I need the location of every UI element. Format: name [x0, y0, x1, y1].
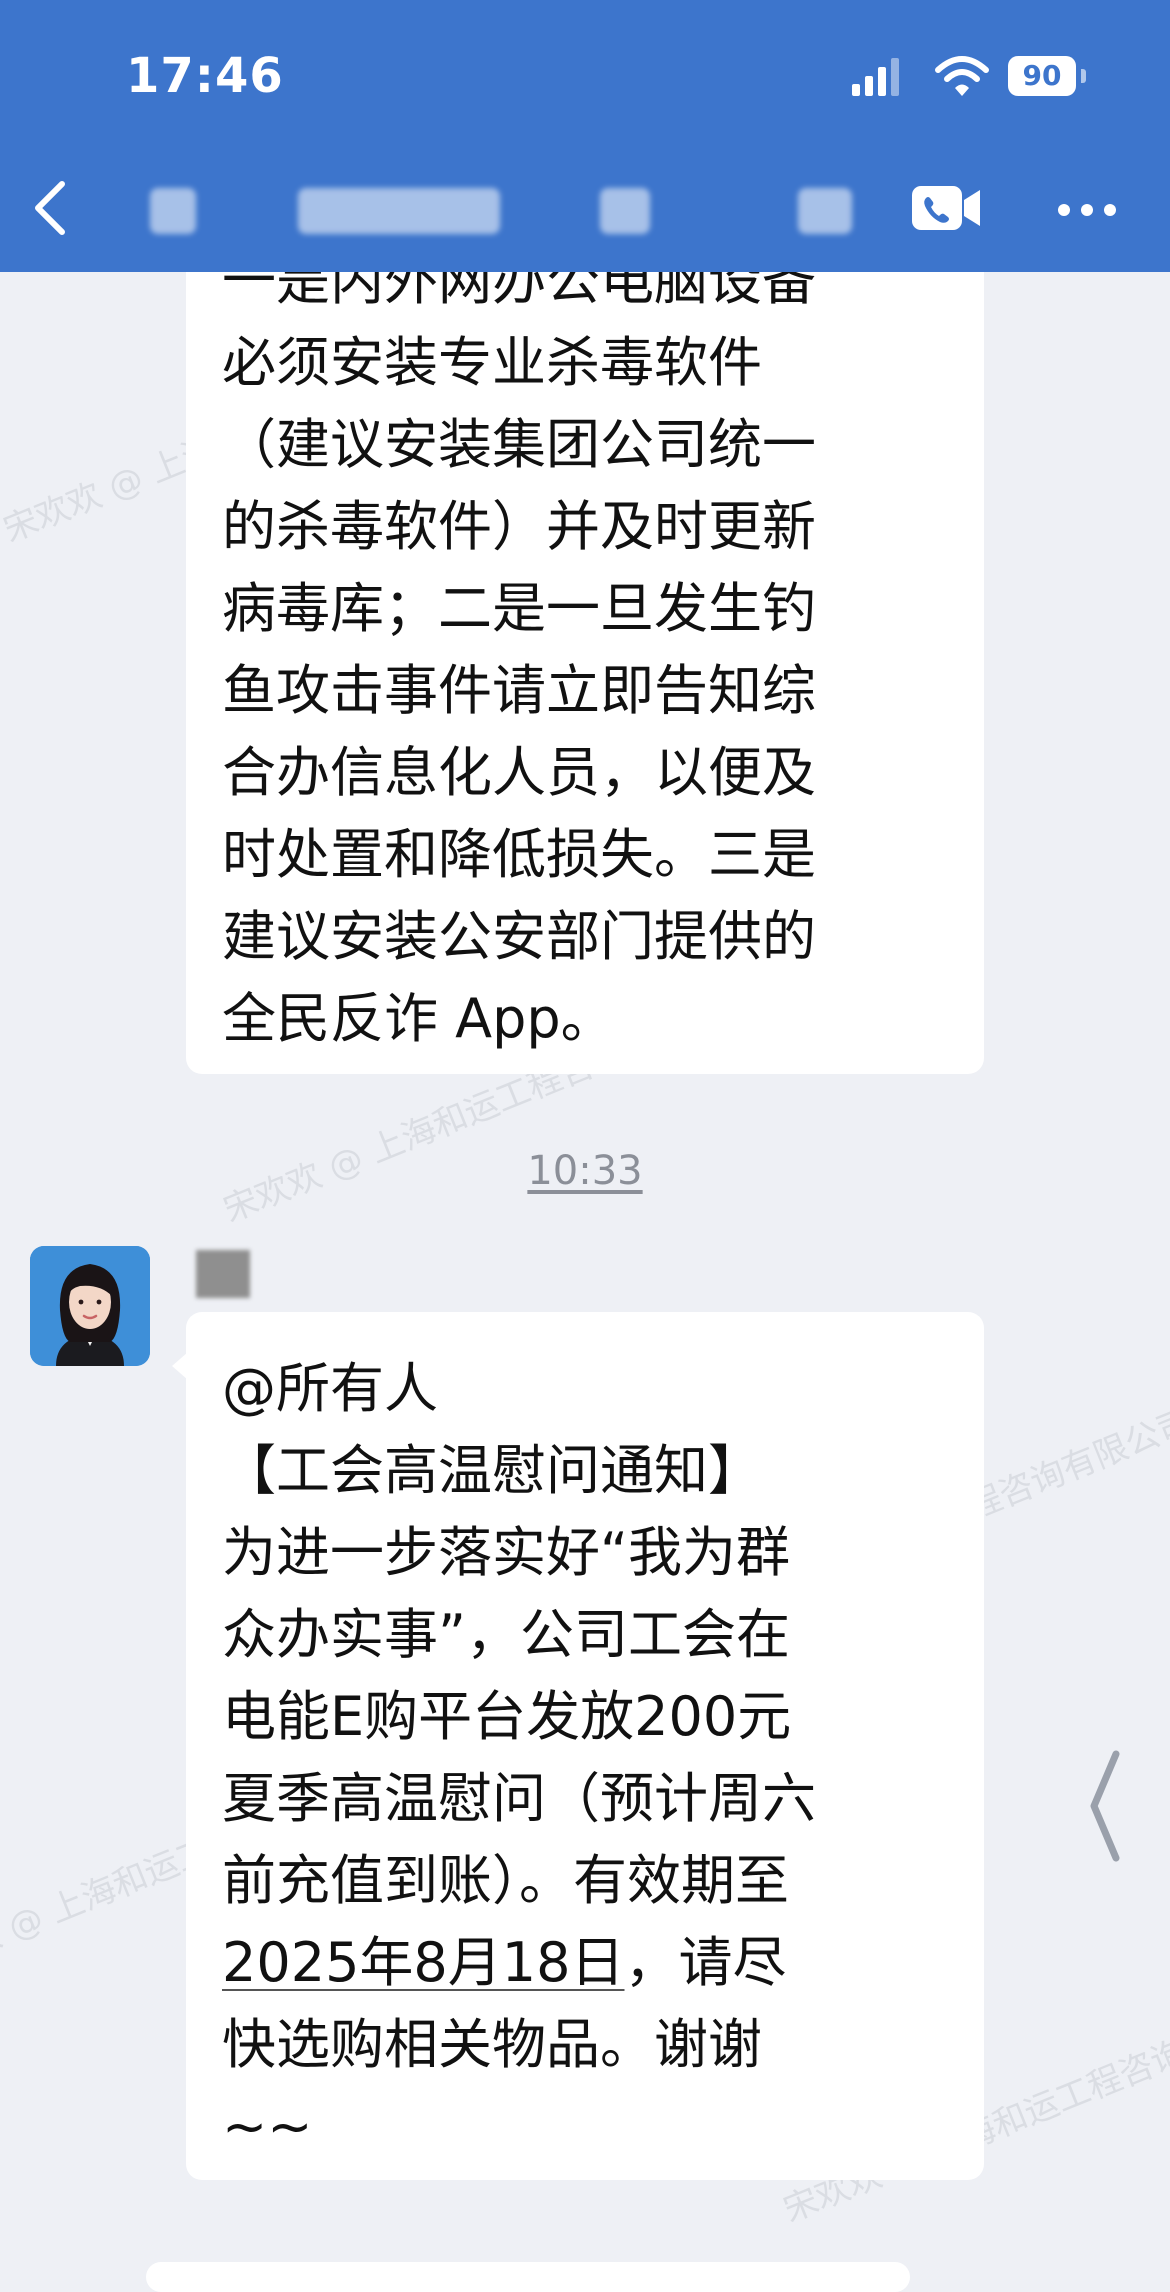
message-line: 【工会高温慰问通知】: [222, 1439, 762, 1502]
video-call-button[interactable]: [910, 182, 984, 234]
message-line: 电能E购平台发放200元: [222, 1685, 792, 1748]
message-line: 时处置和降低损失。三是: [222, 823, 816, 886]
status-time: 17:46: [126, 48, 284, 104]
wifi-icon: [934, 54, 990, 100]
message-line: @所有人: [222, 1357, 438, 1420]
redacted-title: [798, 188, 852, 234]
message-line: 合办信息化人员，以便及: [222, 741, 816, 804]
message-bubble[interactable]: @所有人 【工会高温慰问通知】 为进一步落实好“我为群 众办实事”，公司工会在 …: [186, 1312, 984, 2180]
battery-icon: 90: [1008, 56, 1076, 96]
message-line: （建议安装集团公司统一: [222, 413, 816, 476]
signal-bars-icon: [850, 54, 904, 100]
message-line: 病毒库；二是一旦发生钓: [222, 577, 816, 640]
message-line: 建议安装公安部门提供的: [222, 905, 816, 968]
sender-avatar[interactable]: [30, 1246, 150, 1366]
message-line: 全民反诈 App。: [222, 987, 615, 1050]
message-line: ~~: [222, 2095, 313, 2158]
timestamp-text: 10:33: [527, 1148, 643, 1194]
message-line: 2025年8月18日，请尽: [222, 1922, 954, 2004]
message-bubble[interactable]: 一是内外网办公电脑设备 必须安装专业杀毒软件 （建议安装集团公司统一 的杀毒软件…: [186, 200, 984, 1074]
message-line: 的杀毒软件）并及时更新: [222, 495, 816, 558]
redacted-title: [150, 188, 196, 234]
side-drawer-handle[interactable]: [1084, 1748, 1124, 1864]
message-line: 鱼攻击事件请立即告知综: [222, 659, 816, 722]
chevron-left-icon: [22, 181, 82, 244]
status-icons: 90: [850, 54, 1090, 100]
message-line: 为进一步落实好“我为群: [222, 1521, 790, 1584]
battery-tip: [1081, 69, 1086, 83]
chat-header: 17:46 90: [0, 0, 1170, 272]
redacted-title: [600, 188, 650, 234]
message-timestamp: 10:33: [0, 1148, 1170, 1194]
date-link[interactable]: 2025年8月18日: [222, 1931, 625, 1994]
redacted-title: [298, 188, 500, 234]
video-call-icon: [910, 186, 984, 238]
message-line: 必须安装专业杀毒软件: [222, 331, 762, 394]
message-line: 众办实事”，公司工会在: [222, 1603, 790, 1666]
next-message-bubble: [146, 2262, 910, 2292]
message-text: ，请尽: [624, 1931, 787, 1994]
message-line: 夏季高温慰问（预计周六: [222, 1767, 816, 1830]
message-line: 前充值到账）。有效期至: [222, 1849, 789, 1912]
more-options-button[interactable]: [1054, 190, 1120, 230]
redacted-sender-name: [196, 1250, 250, 1298]
chevron-left-icon: [1084, 1750, 1124, 1868]
message-line: 快选购相关物品。谢谢: [222, 2013, 762, 2076]
back-button[interactable]: [22, 176, 82, 240]
more-dots-icon: [1054, 204, 1120, 234]
